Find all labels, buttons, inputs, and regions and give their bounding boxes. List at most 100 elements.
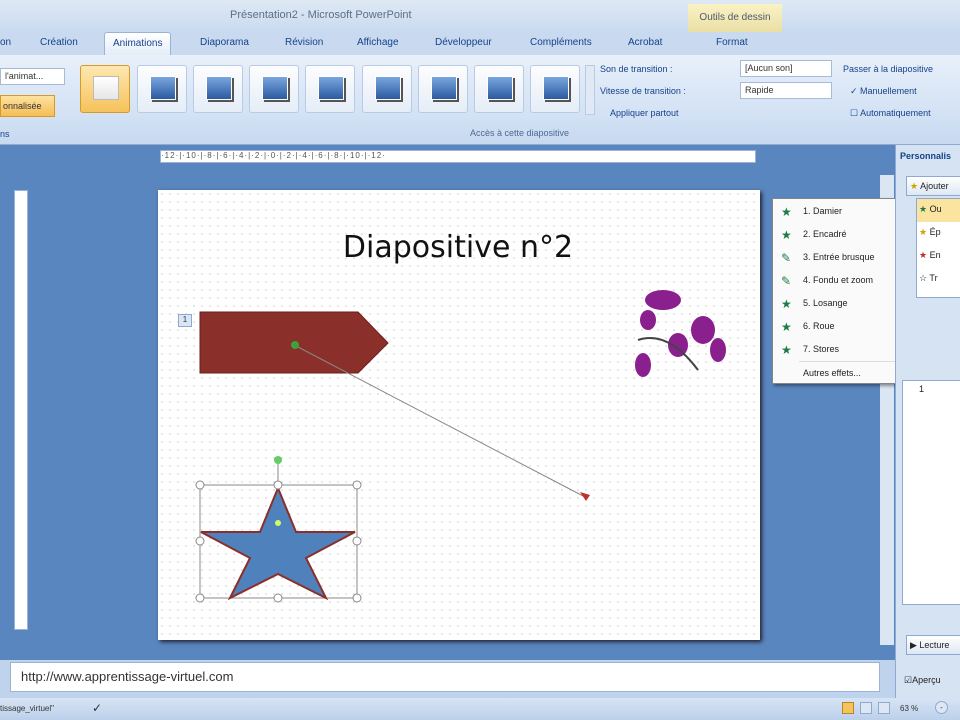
effect-star-icon: ★ [781,228,792,242]
menu-item-label: 1. Damier [803,206,843,216]
menu-item-label: 2. Encadré [803,229,847,239]
effect-star-icon: ★ [781,297,792,311]
transition-sound-label: Son de transition : [600,64,673,74]
play-label: Lecture [919,640,950,650]
tab-insertion[interactable]: on [0,37,11,48]
add-effect-button[interactable]: ★ Ajouter [906,176,960,196]
gallery-scroll[interactable] [585,65,595,115]
menu-item-damier[interactable]: ★ 1. Damier [773,201,915,223]
submenu-label: En [929,250,941,260]
submenu-exit[interactable]: ★ En [917,245,960,268]
star-adjust-handle [275,520,281,526]
group-label: Accès à cette diapositive [470,128,570,138]
submenu-emphasis[interactable]: ★ Ép [917,222,960,245]
apply-all-button[interactable]: Appliquer partout [610,108,679,118]
transition-fade-black[interactable] [193,65,243,113]
ribbon-tabs: on Création Animations Diaporama Révisio… [0,32,960,56]
spellcheck-icon[interactable]: ✓ [92,701,102,715]
menu-item-label: 3. Entrée brusque [803,252,875,262]
advance-slide-label: Passer à la diapositive [843,64,934,74]
autopreview-checkbox[interactable]: ☑Aperçu [904,675,941,686]
menu-item-losange[interactable]: ★ 5. Losange [773,293,915,315]
submenu-label: Ou [929,204,942,214]
animation-list[interactable]: 1 [902,380,960,605]
tab-diaporama[interactable]: Diaporama [200,37,249,48]
effect-brush-icon: ✎ [781,251,792,265]
tab-acrobat[interactable]: Acrobat [628,37,662,48]
effect-star-icon: ★ [781,343,792,357]
menu-item-more-effects[interactable]: Autres effets... [773,363,915,385]
effect-star-icon: ★ [781,205,792,219]
auto-label: Automatiquement [860,108,931,118]
tab-revision[interactable]: Révision [285,37,323,48]
slide-sorter-icon[interactable] [860,702,872,714]
custom-animation-pane: Personnalis ★ Ajouter ★ Ou ★ Ép ★ En ☆ T… [895,145,960,698]
menu-item-label: 6. Roue [803,321,835,331]
menu-item-entree-brusque[interactable]: ✎ 3. Entrée brusque [773,247,915,269]
transition-speed-label: Vitesse de transition : [600,86,686,96]
manual-label: Manuellement [860,86,917,96]
transition-speed-dropdown[interactable]: Rapide [740,82,832,99]
custom-animation-button[interactable]: onnalisée [0,95,55,117]
submenu-motion-paths[interactable]: ☆ Tr [917,268,960,291]
autopreview-label: Aperçu [912,675,941,685]
notes-pane[interactable]: http://www.apprentissage-virtuel.com [10,662,880,692]
theme-name: tissage_virtuel" [0,704,54,713]
menu-item-fondu-zoom[interactable]: ✎ 4. Fondu et zoom [773,270,915,292]
title-bar: Présentation2 - Microsoft PowerPoint Out… [0,0,960,32]
transition-dissolve[interactable] [362,65,412,113]
play-button[interactable]: ▶ Lecture [906,635,960,655]
rotate-handle [274,456,282,464]
tab-animations[interactable]: Animations [104,32,172,56]
transition-none[interactable] [80,65,130,113]
ribbon: l'animat... onnalisée ns Son de transiti… [0,55,960,145]
submenu-label: Ép [929,227,941,237]
horizontal-ruler: ·12·|·10·|·8·|·6·|·4·|·2·|·0·|·2·|·4·|·6… [160,150,756,163]
star-icon: ★ [910,181,919,191]
transition-sound-dropdown[interactable]: [Aucun son] [740,60,832,77]
auto-checkbox[interactable]: ☐ Automatiquement [850,108,931,119]
pane-header: Personnalis [900,151,952,161]
menu-item-label: 4. Fondu et zoom [803,275,874,285]
slide-shapes [195,290,726,603]
menu-item-label: 5. Losange [803,298,848,308]
context-tab-drawing-tools: Outils de dessin [688,4,782,32]
effect-star-icon: ★ [781,320,792,334]
animation-order-badge[interactable]: 1 [178,314,192,327]
submenu-entrance[interactable]: ★ Ou [917,199,960,222]
animate-dropdown[interactable]: l'animat... [0,68,65,85]
motion-path-end-icon [580,492,590,501]
transition-fade[interactable] [137,65,187,113]
slideshow-icon[interactable] [878,702,890,714]
add-effect-label: Ajouter [920,181,949,191]
window-title: Présentation2 - Microsoft PowerPoint [230,9,412,21]
animation-list-item[interactable]: 1 [919,384,924,394]
transition-cut-black[interactable] [305,65,355,113]
add-effect-submenu: ★ Ou ★ Ép ★ En ☆ Tr [916,198,960,298]
tab-complements[interactable]: Compléments [530,37,592,48]
tab-developpeur[interactable]: Développeur [435,37,492,48]
tab-affichage[interactable]: Affichage [357,37,399,48]
transition-wipe-left[interactable] [474,65,524,113]
motion-path-line [297,346,586,498]
animations-group-label: ns [0,129,10,139]
submenu-label: Tr [929,273,938,283]
vertical-ruler [14,190,28,630]
transition-wipe-right[interactable] [530,65,580,113]
normal-view-icon[interactable] [842,702,854,714]
status-bar: tissage_virtuel" ✓ 63 % - [0,698,960,720]
transition-cut[interactable] [249,65,299,113]
motion-path-start-icon [291,341,299,349]
tab-creation[interactable]: Création [40,37,78,48]
menu-item-stores[interactable]: ★ 7. Stores [773,339,915,361]
tab-format[interactable]: Format [716,37,748,48]
zoom-out-icon[interactable]: - [935,701,948,714]
menu-item-roue[interactable]: ★ 6. Roue [773,316,915,338]
slide[interactable]: Diapositive n°2 [158,190,760,640]
menu-item-encadre[interactable]: ★ 2. Encadré [773,224,915,246]
manual-checkbox[interactable]: ✓ Manuellement [850,86,917,97]
transition-wipe-down[interactable] [418,65,468,113]
zoom-level[interactable]: 63 % [900,704,918,713]
orchid-image [635,290,726,377]
star-shape [200,485,356,601]
